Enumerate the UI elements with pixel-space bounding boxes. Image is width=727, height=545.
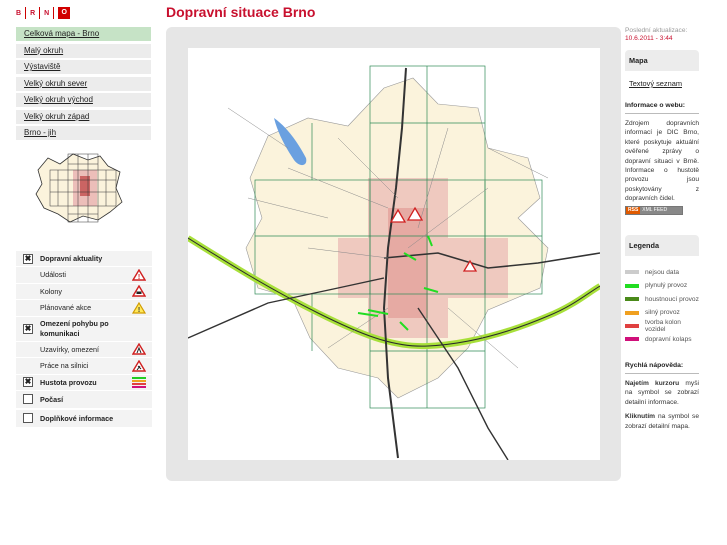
closure-triangle-icon [132,343,146,355]
layer-planned[interactable]: Plánované akce ! [16,300,152,316]
legend-item: nejsou data [625,266,699,279]
nav-item-brno-jih[interactable]: Brno - jih [16,126,151,140]
legend-item: plynulý provoz [625,279,699,292]
layer-label: Uzavírky, omezení [40,344,99,354]
layer-label: Události [40,270,66,280]
last-update-time: 10.6.2011 - 3:44 [625,35,673,42]
restrictions-checkbox[interactable]: ✖ [23,323,33,334]
nav-item-velky-okruh-sever[interactable]: Velký okruh sever [16,76,151,91]
help-bold: Najetím kurzoru [625,380,680,387]
help-title: Rychlá nápověda: [625,362,699,374]
help-text-hover: Najetím kurzoru myši na symbol se zobraz… [625,379,699,407]
roadwork-triangle-icon [132,359,146,372]
rss-feed-badge[interactable]: RSS XML FEED [625,205,683,215]
layer-closures[interactable]: Uzavírky, omezení [16,341,152,357]
layer-queues[interactable]: Kolony [16,283,152,299]
overview-minimap[interactable] [28,150,128,225]
logo-letter-b: B [16,9,22,17]
legend-item: silný provoz [625,306,699,319]
svg-text:!: ! [138,307,140,314]
legend-item: houstnoucí provoz [625,292,699,305]
last-update-label: Poslední aktualizace: [625,27,688,34]
warning-red-triangle-icon: ! [132,268,146,281]
brno-logo[interactable]: B R N O [16,4,74,22]
legend-swatch [625,337,639,342]
layer-density[interactable]: ✖ Hustota provozu [16,374,152,390]
density-core [388,208,428,318]
nav-item-velky-okruh-zapad[interactable]: Velký okruh západ [16,109,151,124]
legend-title: Legenda [625,234,699,256]
nav-item-celkova-mapa[interactable]: Celková mapa - Brno [16,27,151,41]
info-title: Informace o webu: [625,102,699,114]
legend-label: silný provoz [645,309,680,317]
legend-item: tvorba kolon vozidel [625,318,699,333]
text-list-link[interactable]: Textový seznam [625,71,699,96]
layer-label: Práce na silnici [40,361,89,371]
legend-item: dopravní kolaps [625,333,699,346]
legend-swatch [625,323,639,328]
nav-item-velky-okruh-vychod[interactable]: Velký okruh východ [16,93,151,107]
nav-item-maly-okruh[interactable]: Malý okruh [16,43,151,58]
logo-separator [53,7,55,19]
svg-text:!: ! [138,274,140,281]
layer-extra-info[interactable]: Doplňkové informace [16,409,152,427]
layer-label: Počasí [40,394,64,404]
legend-swatch [625,310,639,315]
help-bold: Kliknutím [625,413,656,421]
layer-label: Plánované akce [40,303,92,313]
layer-events[interactable]: Události ! [16,267,152,283]
layer-weather[interactable]: Počasí [16,390,152,408]
help-text-click: Kliknutím na symbol se zobrazí detailní … [625,412,699,431]
legend-label: dopravní kolaps [645,335,692,343]
logo-letter-o: O [58,7,71,19]
logo-letter-r: R [30,9,36,17]
traffic-news-checkbox[interactable]: ✖ [23,253,33,264]
page-title: Dopravní situace Brno [166,4,316,20]
layer-traffic-news[interactable]: ✖ Dopravní aktuality [16,251,152,266]
warning-yellow-triangle-icon: ! [132,301,146,314]
xml-feed-label: XML FEED [640,206,682,214]
info-text: Zdrojem dopravních informací je DIC Brno… [625,120,699,203]
layer-roadworks[interactable]: Práce na silnici [16,358,152,374]
traffic-map[interactable] [188,48,600,460]
logo-letter-n: N [44,9,50,17]
layer-label: Dopravní aktuality [40,254,103,263]
legend-list: nejsou data plynulý provoz houstnoucí pr… [625,266,699,346]
logo-separator [25,7,27,19]
weather-checkbox[interactable] [23,394,33,404]
density-checkbox[interactable]: ✖ [23,377,33,387]
right-panel: Poslední aktualizace: 10.6.2011 - 3:44 M… [625,27,699,431]
layer-label: Hustota provozu [40,377,97,387]
layer-label: Omezení pohybu po komunikaci [40,319,109,338]
legend-label: plynulý provoz [645,282,688,290]
legend-swatch [625,283,639,288]
legend-label: tvorba kolon vozidel [645,318,681,333]
rss-label: RSS [626,206,641,214]
queue-car-triangle-icon [132,285,146,297]
layer-label: Doplňkové informace [40,413,114,423]
tab-map[interactable]: Mapa [625,50,699,71]
layer-label: Kolony [40,286,62,296]
nav-item-vystaviste[interactable]: Výstaviště [16,60,151,74]
legend-label: houstnoucí provoz [645,295,699,303]
extra-info-checkbox[interactable] [23,413,33,423]
layer-restrictions[interactable]: ✖ Omezení pohybu po komunikaci [16,316,152,341]
legend-swatch [625,297,639,302]
density-stripes-icon [132,377,146,388]
area-nav: Celková mapa - Brno Malý okruh Výstavišt… [16,27,151,143]
layer-panel: ✖ Dopravní aktuality Události ! Kolony P… [16,251,152,428]
legend-swatch [625,270,639,275]
logo-separator [39,7,41,19]
legend-label: nejsou data [645,268,680,276]
